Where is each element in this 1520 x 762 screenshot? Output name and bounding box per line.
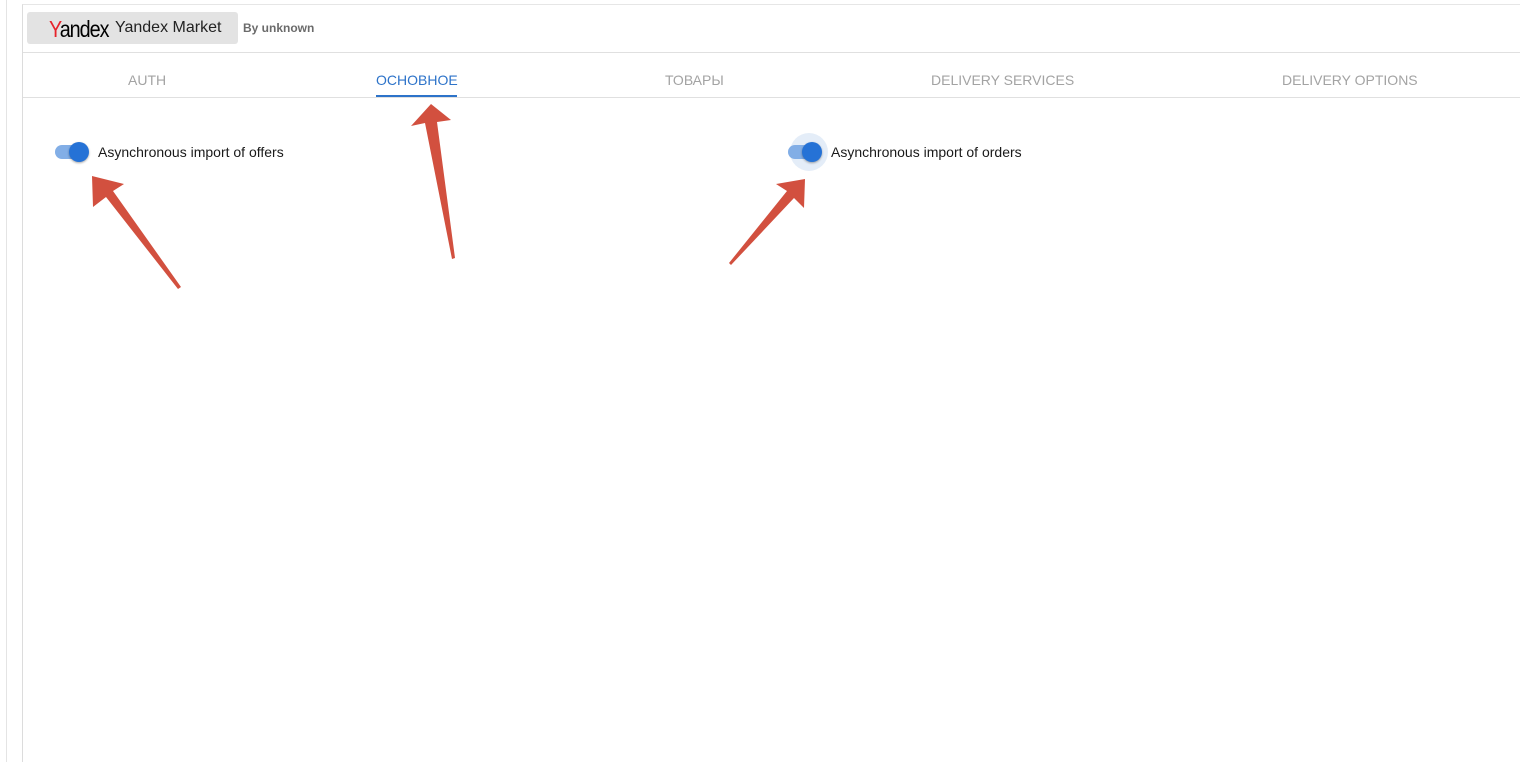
- tab-delivery-services[interactable]: DELIVERY SERVICES: [931, 72, 1074, 88]
- app-header: Yandex Yandex Market By unknown: [23, 5, 1520, 53]
- tab-delivery-options[interactable]: DELIVERY OPTIONS: [1282, 72, 1418, 88]
- active-tab-indicator: [376, 95, 457, 97]
- async-orders-label: Asynchronous import of orders: [831, 144, 1022, 160]
- outer-frame-line: [6, 0, 7, 762]
- yandex-logo-initial: Y: [49, 16, 61, 42]
- switch-thumb: [802, 142, 822, 162]
- app-chip[interactable]: Yandex Yandex Market: [27, 12, 238, 44]
- async-offers-switch[interactable]: [54, 140, 90, 164]
- async-orders-switch[interactable]: [787, 133, 828, 171]
- app-author: By unknown: [243, 21, 315, 35]
- tab-auth[interactable]: AUTH: [128, 72, 166, 88]
- async-offers-label: Asynchronous import of offers: [98, 144, 284, 160]
- tab-osnovnoe[interactable]: ОСНОВНОЕ: [376, 72, 458, 88]
- tab-tovary[interactable]: ТОВАРЫ: [665, 72, 724, 88]
- app-settings-panel: Yandex Yandex Market By unknown AUTH ОСН…: [22, 4, 1520, 762]
- yandex-logo: Yandex: [49, 15, 110, 43]
- switch-thumb: [69, 142, 89, 162]
- tab-bar: AUTH ОСНОВНОЕ ТОВАРЫ DELIVERY SERVICES D…: [23, 53, 1520, 98]
- app-name: Yandex Market: [115, 19, 222, 36]
- yandex-logo-rest: andex: [59, 16, 110, 42]
